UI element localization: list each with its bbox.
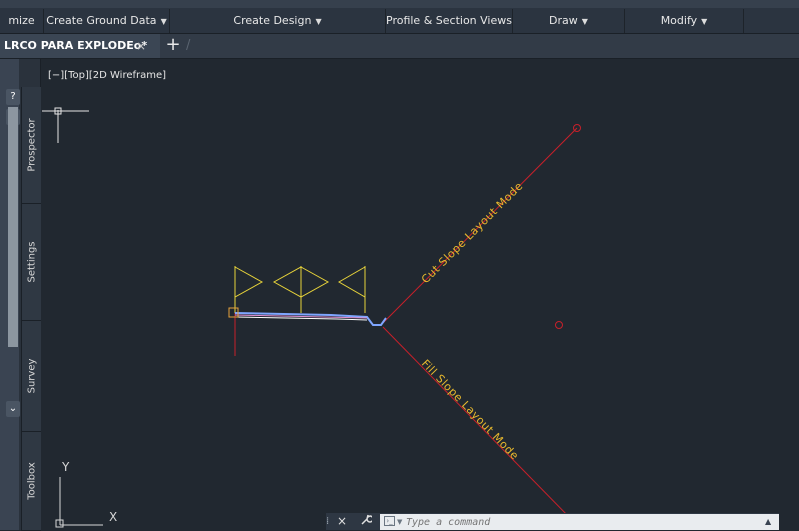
cut-slope-label: Cut Slope Layout Mode — [419, 179, 526, 286]
ribbon-panel-label: Draw — [549, 14, 578, 27]
ribbon-panel-create-ground-data[interactable]: Create Ground Data ▼ — [44, 9, 169, 33]
tab-label: Survey — [26, 358, 37, 394]
tab-separator: / — [186, 38, 191, 53]
dropdown-arrow-icon: ▼ — [160, 17, 167, 26]
new-tab-button[interactable]: + — [164, 34, 182, 58]
ribbon-divider — [743, 9, 744, 33]
command-history-icon[interactable]: ▲ — [765, 514, 771, 530]
drawing-viewport[interactable]: [−][Top][2D Wireframe] Cut Slope Layout … — [41, 59, 799, 530]
tab-label: Toolbox — [26, 462, 37, 500]
assembly-section[interactable] — [228, 307, 387, 326]
ucs-x-label: X — [109, 510, 117, 524]
command-input-box[interactable]: ›_ ▼ ▲ — [380, 514, 779, 530]
ribbon-tools-strip — [0, 0, 799, 8]
wrench-icon[interactable] — [360, 513, 374, 530]
ribbon-panel-label: Profile & Section Views — [386, 14, 512, 27]
palette-scrollbar[interactable] — [8, 107, 18, 347]
tab-settings[interactable]: Settings — [21, 204, 41, 321]
dropdown-arrow-icon: ▼ — [315, 17, 322, 26]
ribbon-panel-label: mize — [8, 14, 35, 27]
ucs-y-label: Y — [61, 460, 70, 474]
toolspace-palette: ? ⌄ ⌄ Prospector Settings Survey Toolbox — [0, 59, 41, 531]
target-marker[interactable] — [555, 321, 563, 329]
file-tab-strip: LRCO PARA EXPLODEo* × + / — [0, 34, 799, 59]
palette-help-icon[interactable]: ? — [6, 89, 20, 105]
file-tab-active[interactable]: LRCO PARA EXPLODEo* × — [0, 34, 160, 58]
ribbon-panel-create-design[interactable]: Create Design ▼ — [170, 9, 385, 33]
ribbon-panel-label: Modify — [660, 14, 698, 27]
crosshair-cursor — [42, 107, 89, 143]
command-prompt-icon[interactable]: ›_ — [384, 516, 395, 526]
close-icon[interactable]: × — [337, 513, 347, 530]
chevron-down-icon[interactable]: ⌄ — [6, 401, 20, 417]
ribbon-panel-customize[interactable]: mize — [0, 9, 43, 33]
tab-toolbox[interactable]: Toolbox — [21, 432, 41, 531]
ribbon-panel-profile-section-views[interactable]: Profile & Section Views — [386, 9, 512, 33]
ribbon-panel-modify[interactable]: Modify ▼ — [625, 9, 743, 33]
dropdown-arrow-icon: ▼ — [701, 17, 708, 26]
tab-survey[interactable]: Survey — [21, 321, 41, 432]
chevron-down-icon[interactable]: ▼ — [397, 514, 402, 530]
close-tab-icon[interactable]: × — [136, 34, 146, 58]
tab-label: Settings — [26, 241, 37, 283]
ribbon-panel-label: Create Ground Data — [46, 14, 157, 27]
command-input[interactable] — [406, 515, 746, 529]
file-tab-label: LRCO PARA EXPLODEo* — [4, 39, 148, 52]
ribbon-bar: mize Create Ground Data ▼ Create Design ▼ … — [0, 0, 799, 34]
tab-label: Prospector — [26, 118, 37, 172]
ribbon-panel-label: Create Design — [233, 14, 312, 27]
ribbon-panel-draw[interactable]: Draw ▼ — [513, 9, 624, 33]
tab-prospector[interactable]: Prospector — [21, 87, 41, 204]
fill-slope-label: Fill Slope Layout Mode — [419, 357, 521, 462]
ucs-icon: Y X — [55, 460, 117, 528]
command-line-grip-icon[interactable]: ⁞ — [326, 515, 332, 528]
direction-flags[interactable] — [234, 266, 366, 313]
command-line: ⁞ × ›_ ▼ ▲ — [326, 513, 779, 530]
drawing-canvas[interactable]: Cut Slope Layout Mode Fill Slope Layout … — [41, 59, 799, 530]
dropdown-arrow-icon: ▼ — [581, 17, 588, 26]
